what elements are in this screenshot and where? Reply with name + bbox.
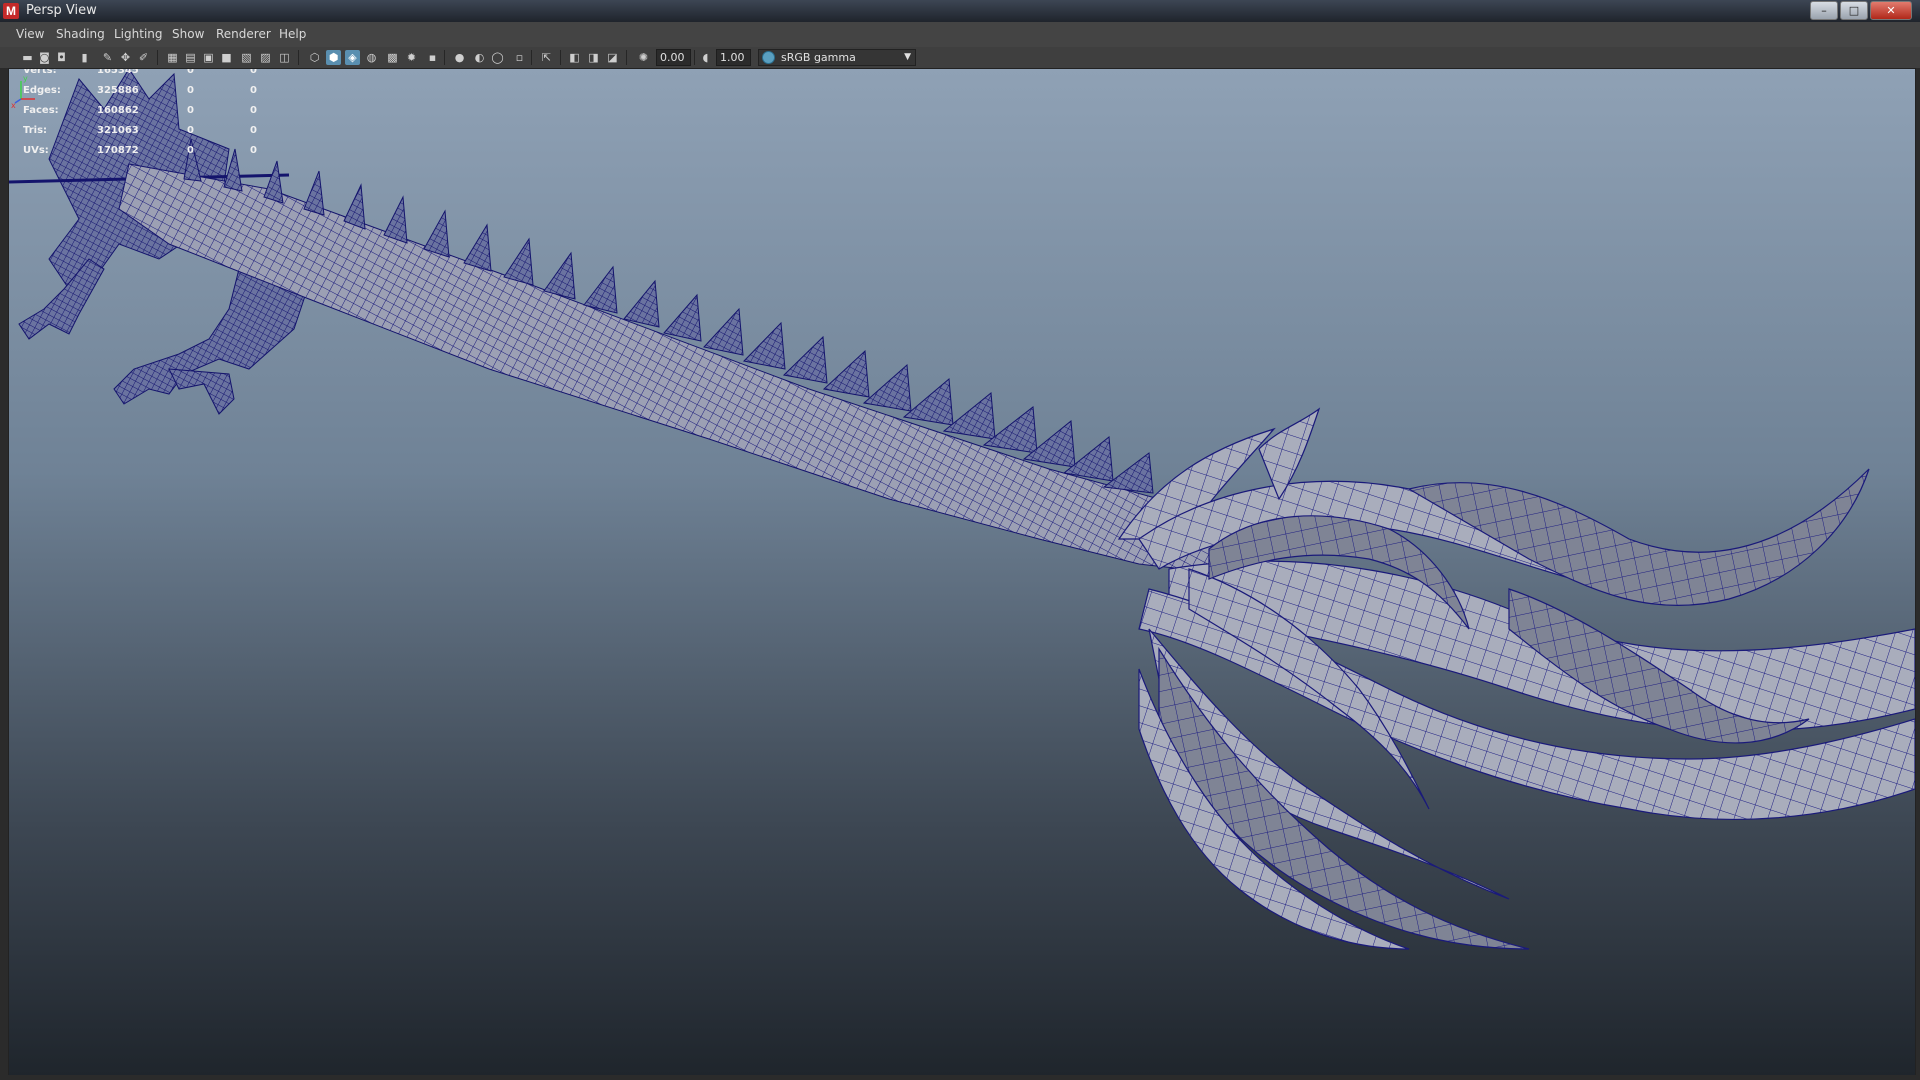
hud-row-edges: Edges: 325886 0 0 <box>23 85 283 105</box>
gamma-icon[interactable]: ◖ <box>698 50 713 65</box>
backface-culling-icon[interactable]: ◪ <box>605 50 620 65</box>
dragon-wireframe-model <box>9 69 1915 950</box>
toolbar-separator <box>531 50 532 65</box>
toolbar-separator <box>157 50 158 65</box>
paint-icon[interactable]: ✐ <box>136 50 151 65</box>
hud-value: 325886 <box>97 85 139 96</box>
hud-value: 0 <box>187 68 194 76</box>
hud-value: 0 <box>250 125 257 136</box>
film-gate-icon[interactable]: ▤ <box>183 50 198 65</box>
field-chart-icon[interactable]: ▧ <box>239 50 254 65</box>
hud-value: 0 <box>250 85 257 96</box>
maximize-button[interactable]: □ <box>1840 1 1868 20</box>
exposure-field[interactable]: 0.00 <box>656 49 691 66</box>
hud-value: 0 <box>187 145 194 156</box>
hud-value: 0 <box>250 105 257 116</box>
chevron-down-icon: ▼ <box>904 52 911 62</box>
dragon-spines <box>183 138 1154 494</box>
color-space-dropdown[interactable]: sRGB gamma ▼ <box>758 49 916 66</box>
image-plane-icon[interactable]: ▮ <box>77 50 92 65</box>
window-title: Persp View <box>26 3 97 18</box>
motion-blur-icon[interactable]: ● <box>452 50 467 65</box>
maya-window: M Persp View – □ ✕ View Shading Lighting… <box>0 0 1920 1080</box>
menu-help[interactable]: Help <box>279 27 306 41</box>
screen-space-ao-icon[interactable]: ▪ <box>425 50 440 65</box>
hud-value: 160862 <box>97 105 139 116</box>
dragon-body <box>118 163 1230 575</box>
grease-pencil-icon[interactable]: ✎ <box>100 50 115 65</box>
safe-title-icon[interactable]: ◫ <box>277 50 292 65</box>
shadows-icon[interactable]: ✹ <box>404 50 419 65</box>
safe-action-icon[interactable]: ▨ <box>258 50 273 65</box>
resolution-gate-icon[interactable]: ▣ <box>201 50 216 65</box>
hud-value: 321063 <box>97 125 139 136</box>
depth-of-field-icon[interactable]: ◯ <box>490 50 505 65</box>
bookmarks-icon[interactable]: ◘ <box>54 50 69 65</box>
hud-value: 0 <box>250 68 257 76</box>
screen-icon[interactable]: ▫ <box>512 50 527 65</box>
toolbar-separator <box>626 50 627 65</box>
window-bottom-border <box>0 1075 1920 1080</box>
color-management-icon <box>762 51 775 64</box>
hud-row-verts: Verts: 165345 0 0 <box>23 68 283 85</box>
hud-label: UVs: <box>23 145 49 156</box>
axis-y-label: y <box>23 74 28 83</box>
exposure-icon[interactable]: ✺ <box>636 50 651 65</box>
textured-icon[interactable]: ◍ <box>364 50 379 65</box>
camera-attributes-icon[interactable]: ◙ <box>37 50 52 65</box>
wireframe-icon[interactable]: ⬡ <box>307 50 322 65</box>
use-all-lights-icon[interactable]: ▩ <box>385 50 400 65</box>
panel-toolbar: ▬ ◙ ◘ ▮ ✎ ✥ ✐ ▦ ▤ ▣ ■ ▧ ▨ ◫ ⬡ ⬢ ◈ ◍ ▩ ✹ … <box>0 47 1920 69</box>
hud-value: 170872 <box>97 145 139 156</box>
hud-value: 0 <box>187 105 194 116</box>
menu-show[interactable]: Show <box>172 27 204 41</box>
menu-lighting[interactable]: Lighting <box>114 27 163 41</box>
hud-value: 165345 <box>97 68 139 76</box>
hud-row-tris: Tris: 321063 0 0 <box>23 125 283 145</box>
xray-joints-icon[interactable]: ◨ <box>586 50 601 65</box>
multisample-aa-icon[interactable]: ◐ <box>472 50 487 65</box>
isolate-select-icon[interactable]: ⇱ <box>539 50 554 65</box>
perspective-viewport[interactable]: Verts: 165345 0 0 Edges: 325886 0 0 Face… <box>8 68 1916 1077</box>
hud-value: 0 <box>187 85 194 96</box>
toolbar-separator <box>694 50 695 65</box>
camera-select-icon[interactable]: ▬ <box>20 50 35 65</box>
xray-icon[interactable]: ◧ <box>567 50 582 65</box>
toolbar-separator <box>444 50 445 65</box>
menu-renderer[interactable]: Renderer <box>216 27 271 41</box>
close-button[interactable]: ✕ <box>1870 1 1912 20</box>
maya-app-icon: M <box>3 3 19 19</box>
minimize-button[interactable]: – <box>1810 1 1838 20</box>
2d-pan-zoom-icon[interactable]: ✥ <box>118 50 133 65</box>
toolbar-separator <box>560 50 561 65</box>
menu-view[interactable]: View <box>16 27 44 41</box>
gamma-field[interactable]: 1.00 <box>716 49 751 66</box>
hud-row-faces: Faces: 160862 0 0 <box>23 105 283 125</box>
color-space-label: sRGB gamma <box>781 51 856 64</box>
axis-x-label: x <box>11 101 16 109</box>
grid-icon[interactable]: ▦ <box>165 50 180 65</box>
menu-shading[interactable]: Shading <box>56 27 105 41</box>
view-axis-gizmo: y x <box>11 74 35 109</box>
hud-label: Tris: <box>23 125 48 136</box>
title-bar: M Persp View – □ ✕ <box>0 0 1920 22</box>
gate-mask-icon[interactable]: ■ <box>219 50 234 65</box>
toolbar-separator <box>298 50 299 65</box>
hud-value: 0 <box>250 145 257 156</box>
smooth-shade-icon[interactable]: ⬢ <box>326 50 341 65</box>
dragon-tentacle-tail <box>1117 407 1915 950</box>
hud-value: 0 <box>187 125 194 136</box>
hud-row-uvs: UVs: 170872 0 0 <box>23 145 283 165</box>
wireframe-on-shaded-icon[interactable]: ◈ <box>345 50 360 65</box>
panel-menu-bar: View Shading Lighting Show Renderer Help <box>0 22 1920 47</box>
